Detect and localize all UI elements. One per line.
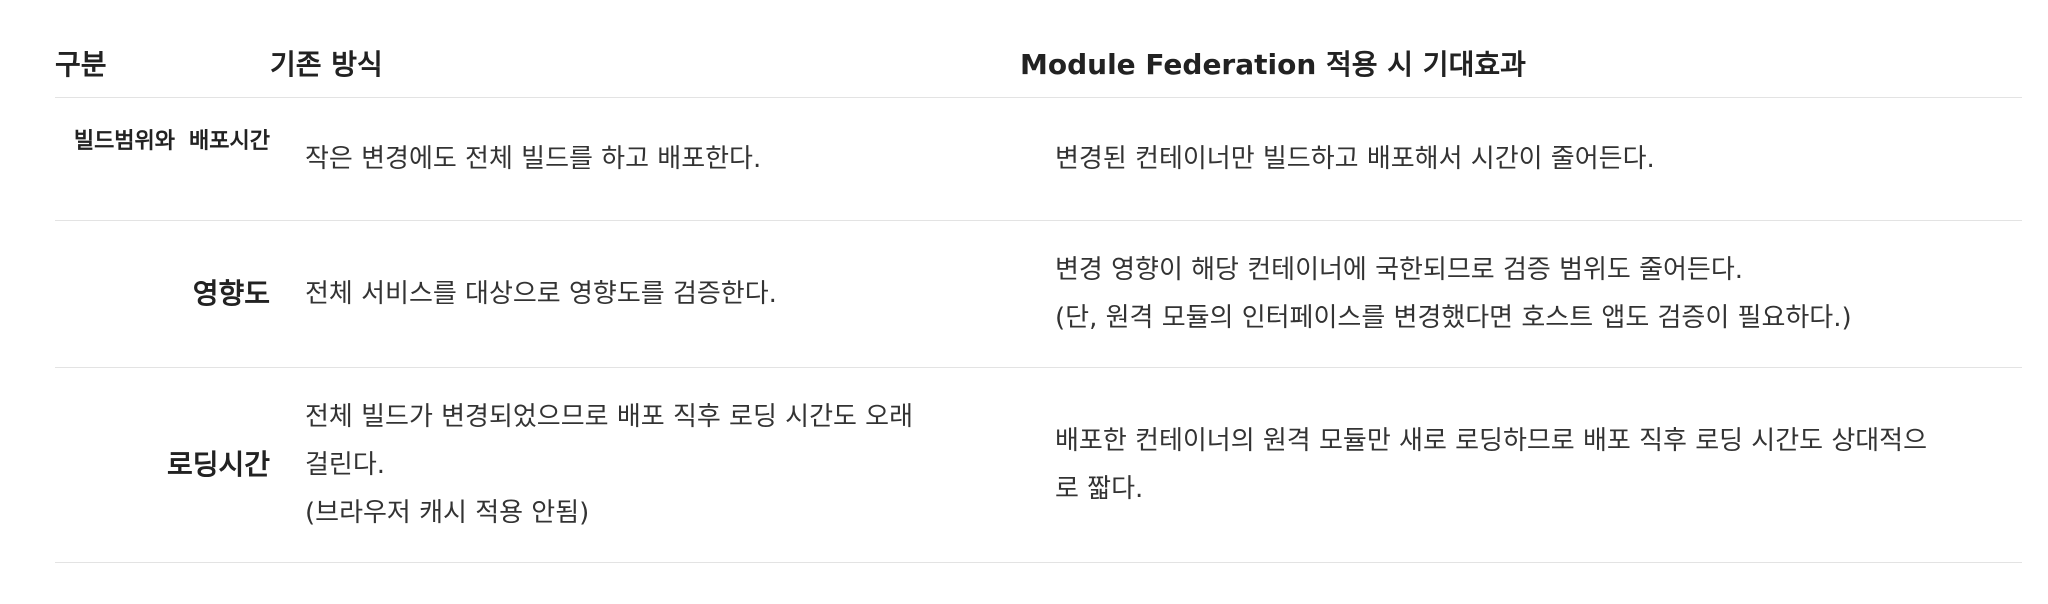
category-label-part2: 배포시간: [189, 129, 270, 154]
row-federation-cell: 변경된 컨테이너만 빌드하고 배포해서 시간이 줄어든다.: [1020, 98, 2022, 220]
cell-text-line: 작은 변경에도 전체 빌드를 하고 배포한다.: [305, 144, 762, 174]
table-row: 영향도 전체 서비스를 대상으로 영향도를 검증한다. 변경 영향이 해당 컨테…: [55, 221, 2022, 368]
row-federation-cell: 변경 영향이 해당 컨테이너에 국한되므로 검증 범위도 줄어든다. (단, 원…: [1020, 221, 2022, 367]
cell-text-line: 전체 서비스를 대상으로 영향도를 검증한다.: [305, 279, 777, 309]
row-existing-cell: 전체 빌드가 변경되었으므로 배포 직후 로딩 시간도 오래 걸린다. (브라우…: [270, 368, 1020, 562]
header-existing: 기존 방식: [270, 47, 383, 81]
row-category-impact: 영향도: [192, 277, 270, 310]
row-existing-cell: 작은 변경에도 전체 빌드를 하고 배포한다.: [270, 98, 1020, 220]
cell-text-line: 변경된 컨테이너만 빌드하고 배포해서 시간이 줄어든다.: [1055, 144, 1655, 174]
row-category-loading: 로딩시간: [166, 448, 270, 481]
row-existing-cell: 전체 서비스를 대상으로 영향도를 검증한다.: [270, 221, 1020, 367]
cell-text-line: 변경 영향이 해당 컨테이너에 국한되므로 검증 범위도 줄어든다.: [1055, 255, 1744, 285]
table-header-row: 구분 기존 방식 Module Federation 적용 시 기대효과: [55, 28, 2022, 98]
cell-text-line: 전체 빌드가 변경되었으므로 배포 직후 로딩 시간도 오래: [305, 402, 914, 432]
cell-text-line: (브라우저 캐시 적용 안됨): [305, 498, 590, 528]
cell-text-line: (단, 원격 모듈의 인터페이스를 변경했다면 호스트 앱도 검증이 필요하다.…: [1055, 303, 1852, 333]
row-federation-cell: 배포한 컨테이너의 원격 모듈만 새로 로딩하므로 배포 직후 로딩 시간도 상…: [1020, 368, 2022, 562]
table-row: 빌드범위와 배포시간 작은 변경에도 전체 빌드를 하고 배포한다. 변경된 컨테…: [55, 98, 2022, 221]
row-category-build: 빌드범위와 배포시간: [55, 98, 270, 220]
header-federation: Module Federation 적용 시 기대효과: [1020, 47, 1526, 81]
cell-text-line: 배포한 컨테이너의 원격 모듈만 새로 로딩하므로 배포 직후 로딩 시간도 상…: [1055, 426, 1928, 456]
header-category: 구분: [55, 47, 107, 81]
cell-text-line: 걸린다.: [305, 450, 386, 480]
category-label-part1: 빌드범위와: [73, 129, 176, 154]
cell-text-line: 로 짧다.: [1055, 474, 1144, 504]
table-row: 로딩시간 전체 빌드가 변경되었으므로 배포 직후 로딩 시간도 오래 걸린다.…: [55, 368, 2022, 563]
comparison-table: 구분 기존 방식 Module Federation 적용 시 기대효과 빌드범…: [55, 28, 2022, 563]
